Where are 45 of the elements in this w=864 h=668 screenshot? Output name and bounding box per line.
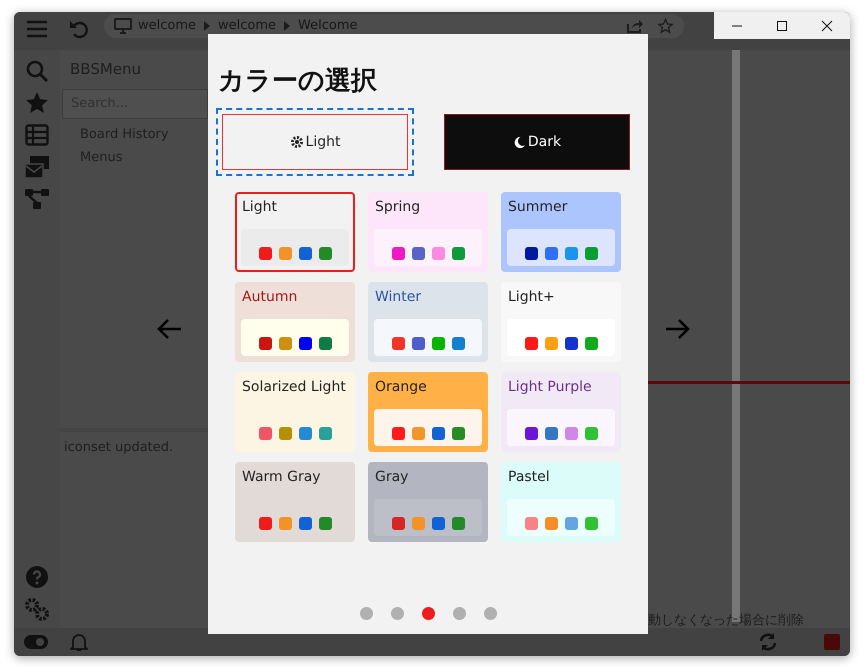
- theme-card[interactable]: Light Purple: [501, 372, 621, 452]
- theme-name: Warm Gray: [242, 468, 321, 486]
- theme-name: Gray: [375, 468, 408, 486]
- theme-card[interactable]: Light: [235, 192, 355, 272]
- page-dot[interactable]: [452, 607, 466, 620]
- sun-icon: [290, 135, 304, 149]
- page-dot[interactable]: [422, 607, 434, 620]
- page-dot[interactable]: [390, 607, 404, 620]
- dark-mode-button[interactable]: Dark: [444, 114, 630, 170]
- close-icon[interactable]: [821, 20, 834, 32]
- page-dot[interactable]: [484, 607, 496, 620]
- theme-card[interactable]: Orange: [368, 372, 488, 452]
- theme-card[interactable]: Gray: [368, 462, 488, 542]
- theme-name: Light Purple: [508, 378, 592, 396]
- refresh-icon[interactable]: [758, 632, 778, 652]
- theme-card[interactable]: Summer: [501, 192, 621, 272]
- theme-card[interactable]: Winter: [368, 282, 488, 362]
- right-arrow-icon[interactable]: [665, 318, 691, 340]
- star-icon[interactable]: [657, 18, 674, 34]
- theme-name: Pastel: [508, 468, 550, 486]
- theme-name: Orange: [375, 378, 427, 396]
- theme-name: Spring: [375, 198, 420, 216]
- theme-card[interactable]: Autumn: [235, 282, 355, 362]
- chevron-icon: [204, 21, 210, 31]
- theme-name: Winter: [375, 288, 422, 306]
- theme-card[interactable]: Light+: [501, 282, 621, 362]
- theme-card[interactable]: Spring: [368, 192, 488, 272]
- chevron-icon: [284, 21, 290, 31]
- theme-name: Autumn: [242, 288, 298, 306]
- theme-card[interactable]: Pastel: [501, 462, 621, 542]
- toggle-icon[interactable]: [24, 635, 48, 649]
- theme-name: Solarized Light: [242, 378, 346, 396]
- dialog-title: カラーの選択: [218, 65, 378, 98]
- theme-name: Light+: [508, 288, 555, 306]
- maximize-icon[interactable]: [776, 20, 788, 32]
- bell-icon[interactable]: [70, 632, 88, 652]
- theme-name: Summer: [508, 198, 568, 216]
- theme-card[interactable]: Warm Gray: [235, 462, 355, 542]
- theme-name: Light: [242, 198, 277, 216]
- left-arrow-icon[interactable]: [156, 318, 182, 340]
- share-icon[interactable]: [626, 18, 643, 34]
- theme-card[interactable]: Solarized Light: [235, 372, 355, 452]
- monitor-icon: [114, 18, 132, 34]
- page-dot[interactable]: [360, 607, 372, 620]
- moon-icon: [512, 136, 526, 148]
